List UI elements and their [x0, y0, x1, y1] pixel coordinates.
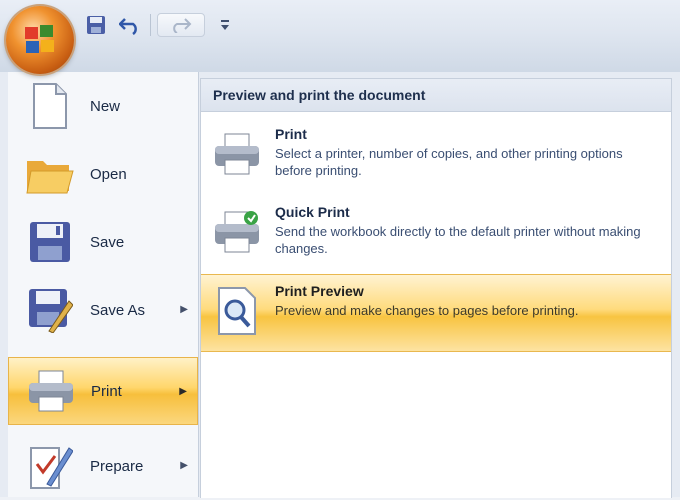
submenu-item-description: Select a printer, number of copies, and … — [275, 146, 623, 178]
menu-item-open[interactable]: Open — [8, 140, 198, 208]
quick-print-icon — [209, 204, 265, 260]
submenu-arrow-icon: ▶ — [180, 304, 188, 315]
save-icon — [87, 16, 105, 34]
save-as-icon — [20, 280, 80, 340]
office-menu-left-pane: New Open Save Save As ▶ Print ▶ Prepare … — [8, 72, 199, 497]
menu-item-label: Open — [90, 165, 127, 183]
submenu-item-title: Print — [275, 126, 307, 142]
office-menu: New Open Save Save As ▶ Print ▶ Prepare … — [0, 72, 680, 498]
open-folder-icon — [20, 144, 80, 204]
office-button[interactable] — [6, 6, 74, 74]
submenu-item-title: Print Preview — [275, 283, 364, 299]
save-icon — [20, 212, 80, 272]
submenu-arrow-icon: ▶ — [180, 460, 188, 471]
qat-separator — [150, 14, 151, 36]
submenu-item-description: Send the workbook directly to the defaul… — [275, 224, 641, 256]
qat-undo-button[interactable] — [116, 11, 144, 39]
new-document-icon — [20, 76, 80, 136]
submenu-item-print[interactable]: Print Select a printer, number of copies… — [201, 118, 671, 196]
menu-item-label: Print — [91, 382, 122, 400]
menu-item-save[interactable]: Save — [8, 208, 198, 276]
menu-item-new[interactable]: New — [8, 72, 198, 140]
menu-item-save-as[interactable]: Save As ▶ — [8, 276, 198, 344]
qat-redo-button[interactable] — [157, 13, 205, 37]
submenu-item-title: Quick Print — [275, 204, 350, 220]
submenu-item-print-preview[interactable]: Print Preview Preview and make changes t… — [201, 274, 671, 352]
qat-save-button[interactable] — [82, 11, 110, 39]
printer-icon — [21, 361, 81, 421]
menu-item-print[interactable]: Print ▶ — [8, 357, 198, 425]
printer-icon — [209, 126, 265, 182]
undo-icon — [119, 18, 137, 35]
submenu-arrow-icon: ▶ — [179, 386, 187, 397]
menu-item-label: Save As — [90, 301, 146, 319]
print-submenu: Preview and print the document Print Sel… — [200, 78, 672, 498]
redo-icon — [173, 18, 192, 33]
menu-item-label: Save — [90, 233, 125, 251]
office-logo-icon — [25, 25, 54, 53]
submenu-item-description: Preview and make changes to pages before… — [275, 303, 579, 318]
menu-item-label: New — [90, 97, 121, 115]
menu-item-prepare[interactable]: Prepare ▶ — [8, 432, 198, 500]
quick-access-toolbar — [82, 10, 252, 40]
title-bar — [0, 0, 680, 74]
prepare-icon — [20, 436, 80, 496]
menu-item-label: Prepare — [90, 457, 144, 475]
customize-qat-icon — [221, 20, 229, 30]
submenu-header: Preview and print the document — [201, 79, 671, 112]
qat-customize-button[interactable] — [211, 11, 239, 39]
print-preview-icon — [209, 283, 265, 339]
submenu-item-quick-print[interactable]: Quick Print Send the workbook directly t… — [201, 196, 671, 274]
